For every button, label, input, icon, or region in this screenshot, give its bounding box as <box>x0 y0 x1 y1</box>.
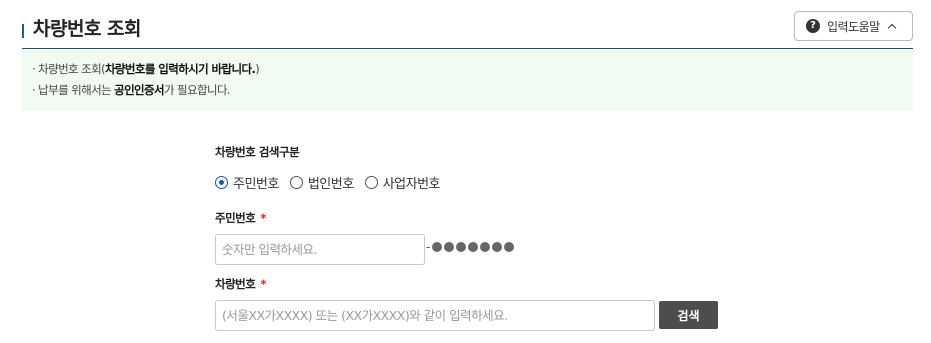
label-text: 차량번호 <box>215 277 256 291</box>
mask-dot <box>456 242 467 252</box>
input-help-label: 입력도움말 <box>827 19 880 34</box>
resident-number-label: 주민번호 * <box>215 210 266 226</box>
label-text: 주민번호 <box>215 211 256 225</box>
radio-option-business[interactable]: 사업자번호 <box>364 173 441 192</box>
search-type-radio-group: 주민번호 법인번호 사업자번호 <box>215 173 451 192</box>
resident-number-input[interactable] <box>215 234 425 265</box>
search-type-label: 차량번호 검색구분 <box>215 145 300 159</box>
notice-text: · 납부를 위해서는 <box>32 83 115 97</box>
radio-option-corporate[interactable]: 법인번호 <box>289 173 354 192</box>
vehicle-search-form: 차량번호 검색구분 주민번호 법인번호 사업자번호 주민번호* - 차량번호* … <box>215 0 735 343</box>
radio-label: 주민번호 <box>233 177 279 192</box>
radio-button[interactable] <box>364 176 378 189</box>
required-mark: * <box>260 277 266 291</box>
plate-number-label: 차량번호 * <box>215 276 266 292</box>
plate-number-input[interactable] <box>215 300 655 331</box>
mask-dot <box>444 242 455 252</box>
chevron-up-icon <box>887 23 896 32</box>
masked-number-suffix: - <box>426 240 516 254</box>
question-icon: ? <box>806 19 820 33</box>
masked-dots <box>432 242 516 252</box>
radio-label: 법인번호 <box>307 177 354 192</box>
radio-label: 사업자번호 <box>382 177 441 192</box>
mask-dot <box>432 242 443 252</box>
mask-dot <box>492 242 503 252</box>
masked-dash: - <box>426 240 431 254</box>
title-accent-bar <box>22 24 24 38</box>
radio-option-resident[interactable]: 주민번호 <box>215 173 279 192</box>
mask-dot <box>468 242 479 252</box>
required-mark: * <box>260 211 266 225</box>
search-button[interactable]: 검색 <box>659 301 718 329</box>
page-title: 차량번호 조회 <box>33 18 142 40</box>
notice-text: · 차량번호 조회( <box>32 62 106 76</box>
mask-dot <box>504 242 515 252</box>
input-help-button[interactable]: ? 입력도움말 <box>794 11 913 41</box>
radio-button[interactable] <box>289 176 303 189</box>
radio-button-checked[interactable] <box>215 176 228 189</box>
notice-emphasis: 공인인증서 <box>114 83 165 97</box>
mask-dot <box>480 242 491 252</box>
